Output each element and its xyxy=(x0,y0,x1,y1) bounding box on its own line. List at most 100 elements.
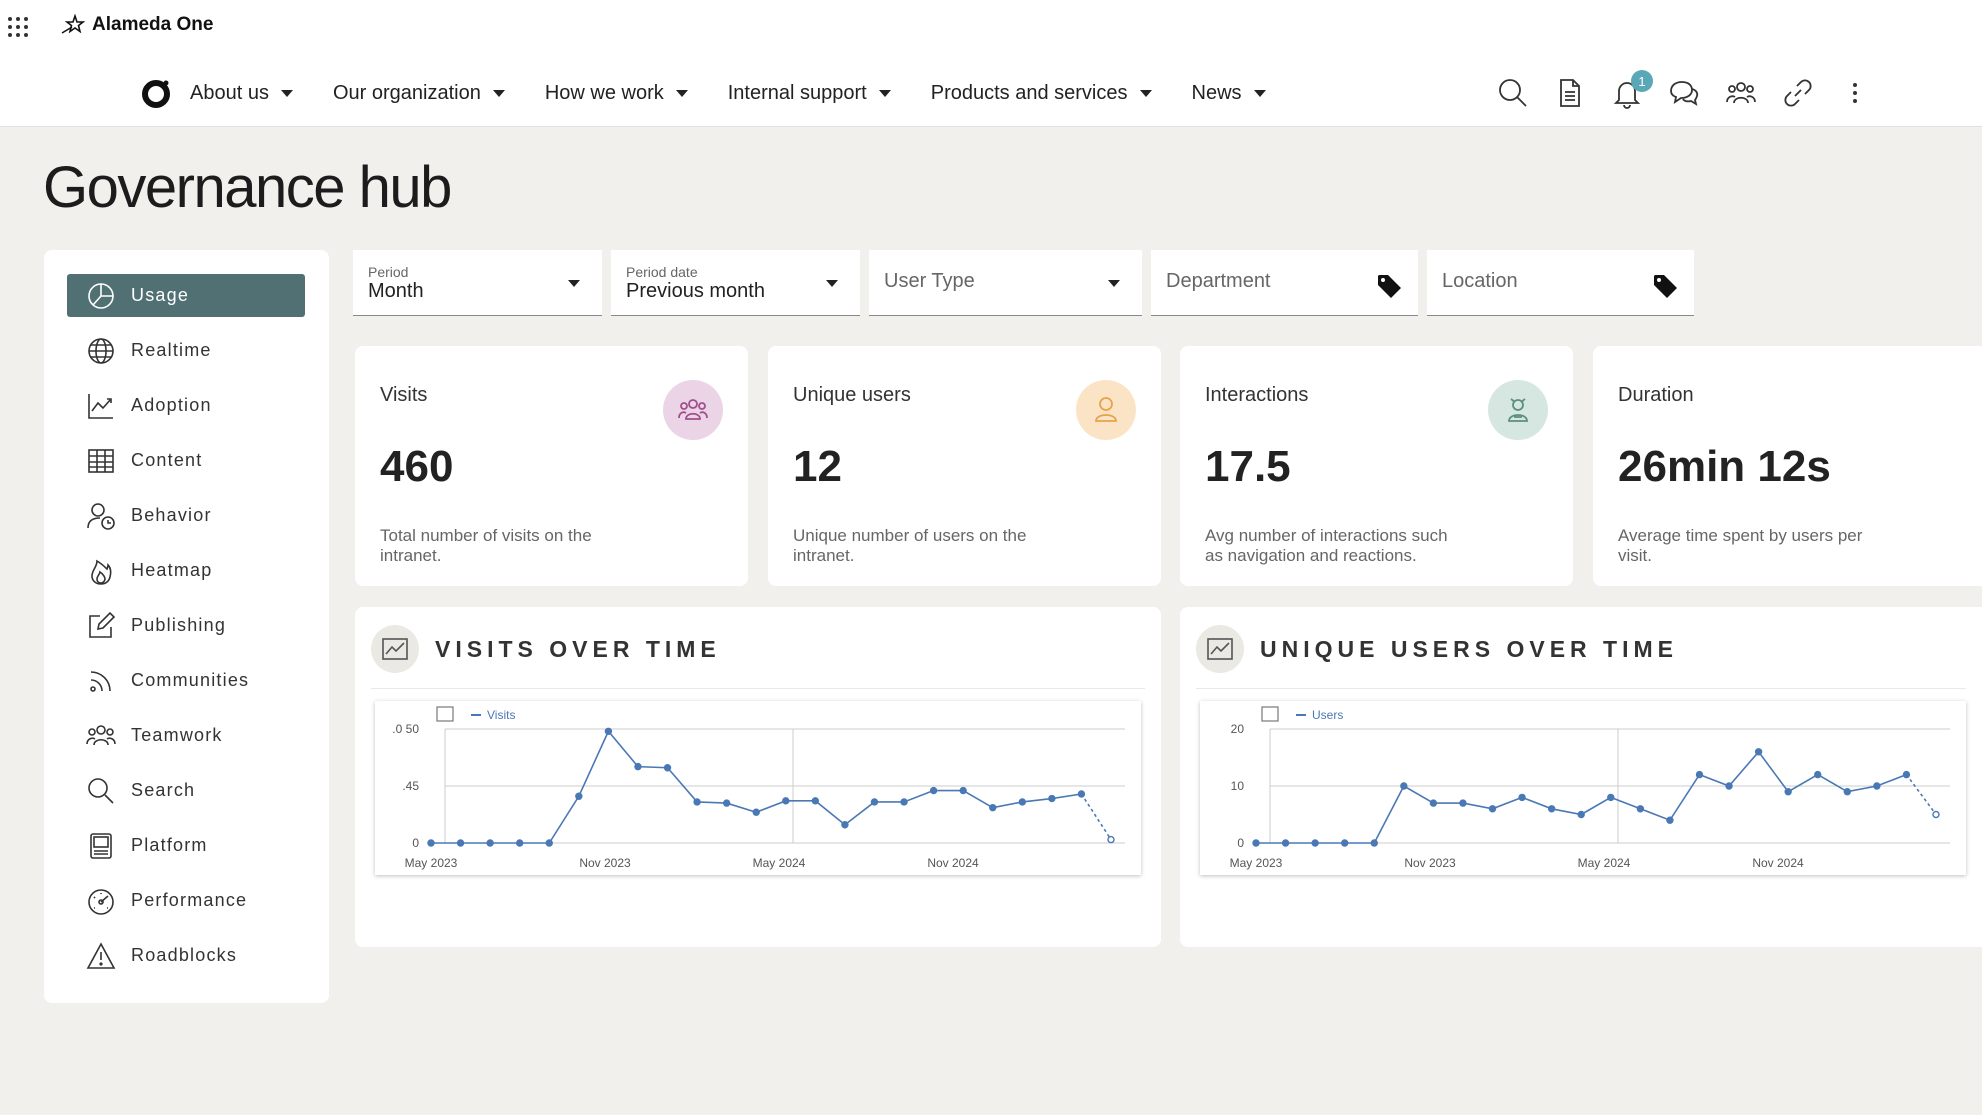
sidebar-item-usage[interactable]: Usage xyxy=(67,274,305,317)
users-group-icon xyxy=(663,380,723,440)
data-point xyxy=(959,786,967,795)
sidebar-item-search[interactable]: Search xyxy=(67,769,305,812)
user-icon xyxy=(1076,380,1136,440)
data-point xyxy=(1018,798,1027,806)
pie-chart-icon xyxy=(86,281,116,311)
location-placeholder: Location xyxy=(1442,270,1518,292)
documents-button[interactable] xyxy=(1552,75,1588,111)
nav-about-us[interactable]: About us xyxy=(190,82,293,105)
data-point xyxy=(1048,794,1056,803)
search-button[interactable] xyxy=(1495,75,1531,111)
caret-down-icon xyxy=(568,280,580,287)
nav-label: About us xyxy=(190,81,269,104)
kpi-value: 26min 12s xyxy=(1618,442,1831,491)
caret-down-icon xyxy=(878,89,891,97)
sidebar-item-label: Content xyxy=(131,450,203,470)
nav-internal-support[interactable]: Internal support xyxy=(728,82,891,105)
warning-icon xyxy=(86,941,116,971)
sidebar-item-label: Teamwork xyxy=(131,725,223,745)
kpi-description: Average time spent by users per visit. xyxy=(1618,526,1863,565)
sidebar-item-heatmap[interactable]: Heatmap xyxy=(67,549,305,592)
x-tick-label: Nov 2023 xyxy=(579,856,631,870)
links-button[interactable] xyxy=(1780,75,1816,111)
caret-down-icon xyxy=(1108,280,1120,287)
globe-icon xyxy=(86,336,116,366)
kpi-description: Total number of visits on the intranet. xyxy=(380,526,592,565)
nav-how-we-work[interactable]: How we work xyxy=(545,82,688,105)
period-select[interactable]: Period Month xyxy=(353,250,602,316)
sidebar-item-realtime[interactable]: Realtime xyxy=(67,329,305,372)
data-point xyxy=(929,786,938,795)
notifications-button[interactable]: 1 xyxy=(1609,70,1653,111)
user-type-select[interactable]: User Type xyxy=(869,250,1142,316)
sidebar-item-behavior[interactable]: Behavior xyxy=(67,494,305,537)
data-point xyxy=(989,803,997,812)
notification-badge: 1 xyxy=(1631,70,1653,92)
series-line xyxy=(1256,750,1907,844)
nav-news[interactable]: News xyxy=(1192,82,1266,105)
data-point xyxy=(693,798,701,806)
period-date-select[interactable]: Period date Previous month xyxy=(611,250,860,316)
panel-divider xyxy=(371,688,1145,689)
data-point xyxy=(870,798,879,806)
panel-title: UNIQUE USERS OVER TIME xyxy=(1260,635,1678,662)
home-logo-icon[interactable] xyxy=(140,77,172,109)
kpi-value: 17.5 xyxy=(1205,442,1291,491)
department-placeholder: Department xyxy=(1166,270,1271,292)
nav-products-and-services[interactable]: Products and services xyxy=(931,82,1152,105)
data-point xyxy=(604,727,613,735)
data-point xyxy=(1400,782,1408,790)
edit-icon xyxy=(86,611,116,641)
sidebar-item-roadblocks[interactable]: Roadblocks xyxy=(67,934,305,977)
team-icon xyxy=(86,721,116,751)
department-filter[interactable]: Department xyxy=(1151,250,1418,316)
period-value: Month xyxy=(368,280,424,302)
kpi-title: Interactions xyxy=(1205,384,1309,406)
sidebar-item-platform[interactable]: Platform xyxy=(67,824,305,867)
data-point xyxy=(1607,793,1615,802)
trend-chart-icon xyxy=(1196,625,1244,673)
y-tick-label: .0 50 xyxy=(392,722,419,736)
location-filter[interactable]: Location xyxy=(1427,250,1694,316)
panel-divider xyxy=(1196,688,1966,689)
search-icon xyxy=(86,776,116,806)
sidebar-item-label: Behavior xyxy=(131,505,212,525)
user-type-placeholder: User Type xyxy=(884,270,975,292)
period-date-value: Previous month xyxy=(626,280,765,302)
people-button[interactable] xyxy=(1723,75,1759,111)
data-point xyxy=(811,797,820,805)
panel-header: UNIQUE USERS OVER TIME xyxy=(1196,625,1678,673)
conversations-button[interactable] xyxy=(1666,75,1702,111)
data-point xyxy=(1340,839,1349,847)
kpi-value: 460 xyxy=(380,442,454,491)
visits-chart[interactable]: Visits .0 50 .45 0 May 2023 Nov 2023 May 2024 N… xyxy=(375,701,1141,875)
y-tick-label: 0 xyxy=(412,836,419,850)
page-title: Governance hub xyxy=(43,155,452,220)
nav-our-organization[interactable]: Our organization xyxy=(333,82,505,105)
x-tick-label: May 2023 xyxy=(405,856,458,870)
top-bar: Alameda One About us Our organization Ho… xyxy=(0,0,1982,127)
app-launcher-icon[interactable] xyxy=(8,17,28,37)
data-point xyxy=(1518,793,1526,802)
more-options-button[interactable] xyxy=(1837,75,1873,111)
data-point xyxy=(900,798,908,806)
caret-down-icon xyxy=(826,280,838,287)
sidebar-item-content[interactable]: Content xyxy=(67,439,305,482)
data-point xyxy=(1281,839,1290,847)
period-date-label: Period date xyxy=(626,264,698,280)
sidebar-item-communities[interactable]: Communities xyxy=(67,659,305,702)
caret-down-icon xyxy=(1253,89,1266,97)
users-chart[interactable]: Users 20 10 0 May 2023 Nov 2023 May 2024 Nov 20… xyxy=(1200,701,1966,875)
sidebar-item-performance[interactable]: Performance xyxy=(67,879,305,922)
data-point xyxy=(1077,790,1086,798)
brand[interactable]: Alameda One xyxy=(60,14,213,36)
sidebar-item-teamwork[interactable]: Teamwork xyxy=(67,714,305,757)
sidebar-item-label: Heatmap xyxy=(131,560,213,580)
sidebar-item-adoption[interactable]: Adoption xyxy=(67,384,305,427)
series-line xyxy=(431,729,1082,844)
sidebar-item-publishing[interactable]: Publishing xyxy=(67,604,305,647)
trend-chart-icon xyxy=(86,391,116,421)
visits-over-time-panel: VISITS OVER TIME Visits .0 50 .45 0 May 2023… xyxy=(355,607,1161,947)
team-icon xyxy=(1726,82,1756,104)
data-point xyxy=(1252,839,1260,847)
